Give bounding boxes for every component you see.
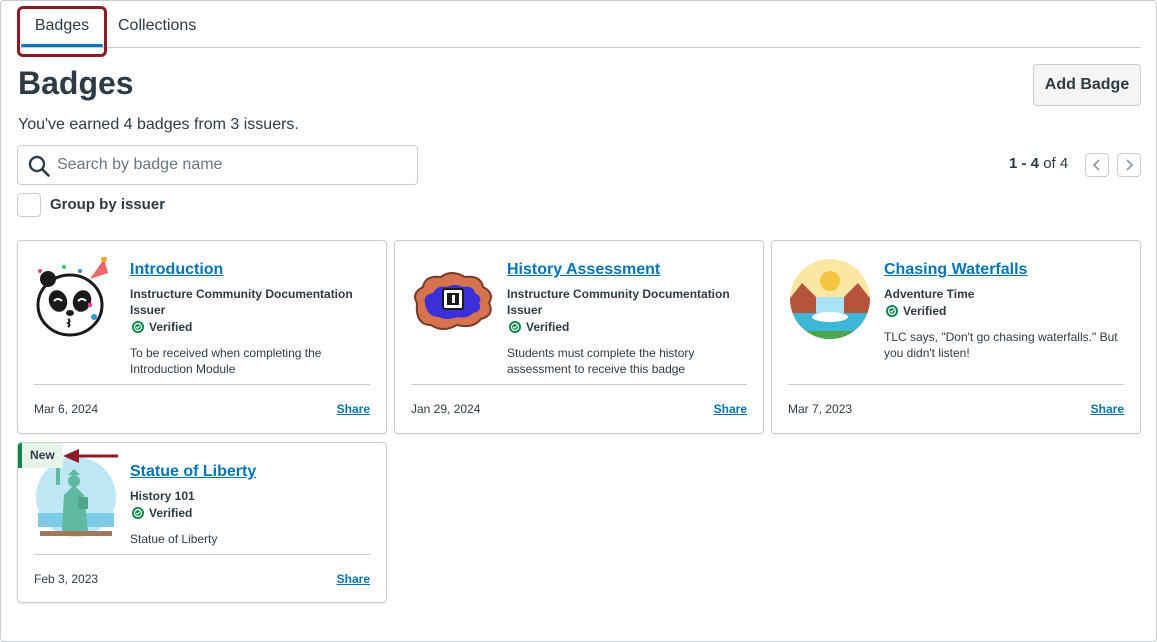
badge-description: Students must complete the history asses… <box>507 346 695 376</box>
verified-check-icon <box>132 321 144 333</box>
badge-card-chasing-waterfalls: Chasing Waterfalls Adventure Time Verifi… <box>771 240 1141 434</box>
badge-description: Statue of Liberty <box>130 532 218 546</box>
card-divider <box>411 384 747 385</box>
badge-date: Mar 6, 2024 <box>34 402 99 416</box>
badge-title-link[interactable]: Introduction <box>130 261 223 279</box>
panda-party-icon <box>36 257 108 337</box>
search-box <box>17 145 418 185</box>
search-icon <box>28 155 50 177</box>
verified-check-icon <box>509 321 521 333</box>
badge-title-link[interactable]: History Assessment <box>507 261 660 279</box>
verified-label: Verified <box>526 320 570 334</box>
new-badge-label: New <box>18 443 63 468</box>
active-tab-indicator <box>21 44 103 47</box>
verified-check-icon <box>886 305 898 317</box>
share-link[interactable]: Share <box>337 402 370 416</box>
verified-status: Verified <box>132 320 192 334</box>
badge-issuer: Instructure Community Documentation Issu… <box>130 287 353 317</box>
verified-label: Verified <box>149 506 193 520</box>
badge-issuer: Adventure Time <box>884 287 975 301</box>
badge-summary: You've earned 4 badges from 3 issuers. <box>18 116 299 133</box>
group-by-issuer-label[interactable]: Group by issuer <box>50 196 165 213</box>
card-divider <box>34 554 370 555</box>
tab-collections[interactable]: Collections <box>118 1 196 48</box>
tab-bar: Badges Collections <box>18 1 1141 48</box>
verified-label: Verified <box>149 320 193 334</box>
card-divider <box>788 384 1124 385</box>
chevron-left-icon <box>1092 159 1100 171</box>
tab-badges-label: Badges <box>34 17 90 34</box>
pagination-total: of 4 <box>1043 155 1069 172</box>
verified-status: Verified <box>132 506 192 520</box>
history-cloud-icon <box>414 272 492 330</box>
verified-check-icon <box>132 507 144 519</box>
chevron-right-icon <box>1126 159 1134 171</box>
previous-page-button[interactable] <box>1085 153 1109 177</box>
badge-date: Feb 3, 2023 <box>34 572 99 586</box>
card-divider <box>34 384 370 385</box>
badge-issuer: Instructure Community Documentation Issu… <box>507 287 730 317</box>
pagination-range: 1 - 4 <box>1009 155 1040 172</box>
share-link[interactable]: Share <box>1091 402 1124 416</box>
badge-title-link[interactable]: Statue of Liberty <box>130 463 256 481</box>
share-link[interactable]: Share <box>337 572 370 586</box>
share-link[interactable]: Share <box>714 402 747 416</box>
verified-status: Verified <box>886 304 946 318</box>
next-page-button[interactable] <box>1117 153 1141 177</box>
badge-description: TLC says, "Don't go chasing waterfalls."… <box>884 330 1118 360</box>
tab-collections-label: Collections <box>118 17 197 34</box>
badge-title-link[interactable]: Chasing Waterfalls <box>884 261 1027 279</box>
badges-page: Badges Collections Badges Add Badge You'… <box>0 0 1157 642</box>
page-title: Badges <box>18 65 134 101</box>
waterfall-icon <box>790 259 870 339</box>
add-badge-button[interactable]: Add Badge <box>1033 64 1141 106</box>
badge-card-introduction: Introduction Instructure Community Docum… <box>17 240 387 434</box>
badge-description: To be received when completing the Intro… <box>130 346 322 376</box>
search-input[interactable] <box>57 152 407 178</box>
badge-date: Jan 29, 2024 <box>411 402 481 416</box>
badge-date: Mar 7, 2023 <box>788 402 853 416</box>
tab-badges[interactable]: Badges <box>18 1 106 48</box>
verified-status: Verified <box>509 320 569 334</box>
verified-label: Verified <box>903 304 947 318</box>
group-by-issuer-checkbox[interactable] <box>17 193 41 217</box>
badge-card-statue-of-liberty: New Statue of Liberty History 101 Verifi… <box>17 442 387 603</box>
badge-card-history-assessment: History Assessment Instructure Community… <box>394 240 764 434</box>
badge-issuer: History 101 <box>130 489 195 503</box>
pagination-status: 1 - 4 of 4 <box>1009 155 1068 172</box>
